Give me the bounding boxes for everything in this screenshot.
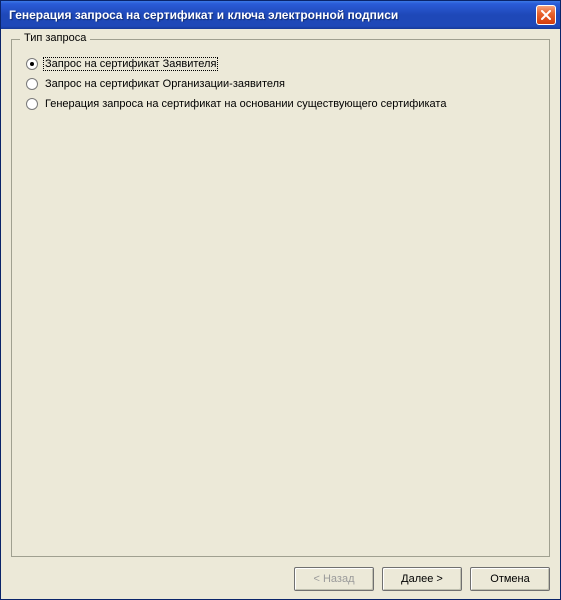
dialog-window: Генерация запроса на сертификат и ключа … <box>0 0 561 600</box>
next-button[interactable]: Далее > <box>382 567 462 591</box>
close-icon <box>541 10 551 20</box>
back-button: < Назад <box>294 567 374 591</box>
window-title: Генерация запроса на сертификат и ключа … <box>9 8 536 22</box>
wizard-buttons: < Назад Далее > Отмена <box>11 557 550 591</box>
radio-label: Генерация запроса на сертификат на основ… <box>44 98 447 110</box>
cancel-button[interactable]: Отмена <box>470 567 550 591</box>
radio-label: Запрос на сертификат Организации-заявите… <box>44 78 286 90</box>
radio-icon <box>26 78 38 90</box>
request-type-group: Тип запроса Запрос на сертификат Заявите… <box>11 39 550 557</box>
titlebar[interactable]: Генерация запроса на сертификат и ключа … <box>1 1 560 29</box>
radio-dot-icon <box>30 62 34 66</box>
radio-option-organization[interactable]: Запрос на сертификат Организации-заявите… <box>26 78 539 90</box>
radio-label: Запрос на сертификат Заявителя <box>44 58 217 70</box>
group-legend: Тип запроса <box>20 32 90 44</box>
radio-option-applicant[interactable]: Запрос на сертификат Заявителя <box>26 58 539 70</box>
radio-icon <box>26 98 38 110</box>
radio-option-existing-cert[interactable]: Генерация запроса на сертификат на основ… <box>26 98 539 110</box>
client-area: Тип запроса Запрос на сертификат Заявите… <box>1 29 560 599</box>
radio-icon <box>26 58 38 70</box>
close-button[interactable] <box>536 5 556 25</box>
